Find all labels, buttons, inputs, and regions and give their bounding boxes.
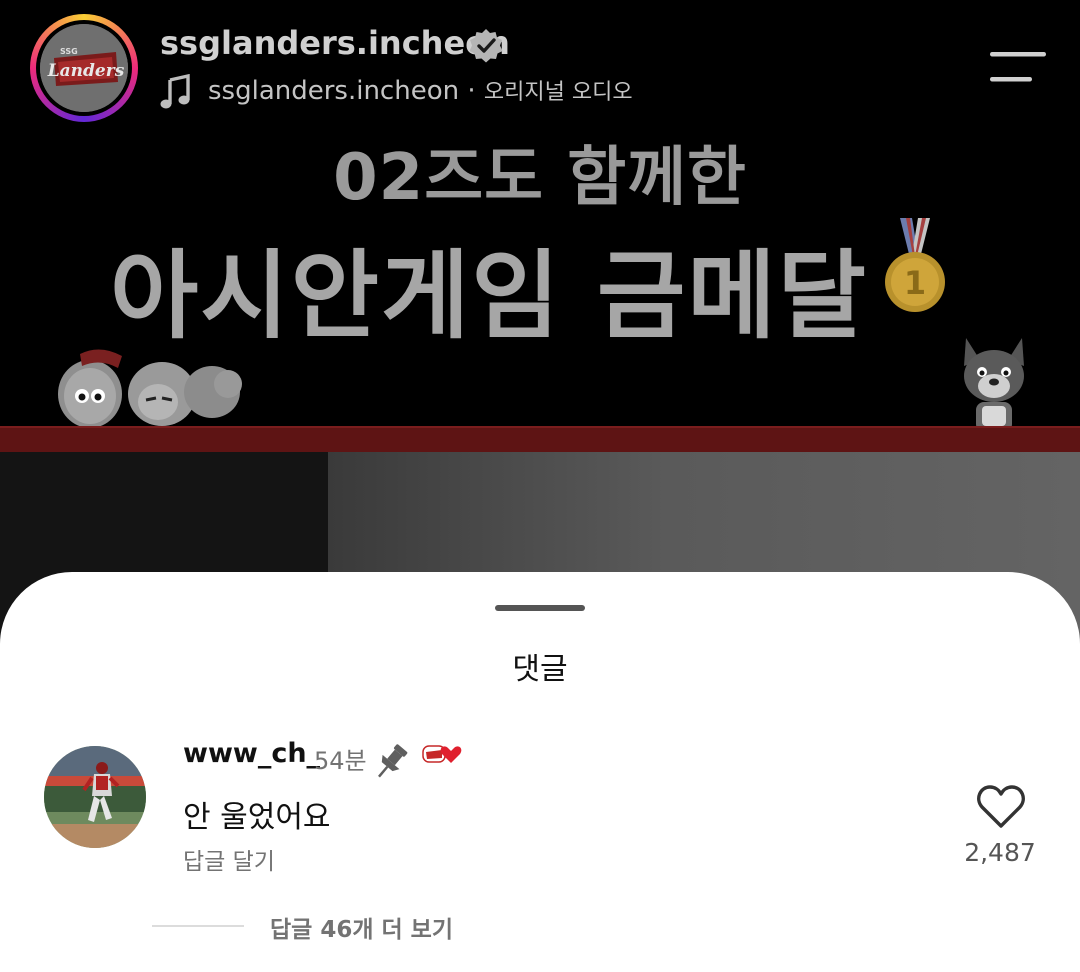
view-replies-button[interactable]: 답글 46개 더 보기 (270, 910, 453, 944)
baseball-player-photo (44, 746, 146, 848)
comments-title: 댓글 (512, 652, 568, 687)
pin-icon (378, 744, 408, 778)
comment-username[interactable]: www_ch_ (183, 738, 320, 769)
audio-separator: · (467, 76, 476, 106)
avatar-inner: SSG Landers (36, 20, 132, 116)
verified-icon (469, 29, 503, 63)
video-headline-line2: 아시안게임 금메달 (110, 240, 868, 352)
landers-logo-icon: SSG Landers (40, 24, 128, 112)
medal-number: 1 (904, 264, 926, 302)
gold-medal-icon: 1 (885, 218, 945, 312)
heart-icon[interactable] (976, 784, 1026, 830)
reels-comment-screen: 02즈도 함께한 아시안게임 금메달 1 SSG Landers ssgland… (0, 0, 1080, 972)
comments-sheet: 댓글 www_ch_ 54분 안 울었어요 답글 달기 답글 46개 더 보기 (0, 572, 1080, 972)
audio-info[interactable]: ssglanders.incheon · 오리지널 오디오 (208, 74, 633, 106)
reply-button[interactable]: 답글 달기 (183, 842, 275, 876)
audio-label: 오리지널 오디오 (483, 80, 633, 105)
comment-time: 54분 (314, 747, 367, 775)
menu-icon[interactable] (988, 50, 1048, 84)
replies-divider (152, 925, 244, 927)
mascot-dog-right (964, 338, 1024, 438)
svg-text:Landers: Landers (47, 61, 125, 81)
sheet-drag-handle[interactable] (495, 605, 585, 611)
mascot-characters-left (56, 349, 242, 432)
svg-text:SSG: SSG (60, 47, 78, 56)
video-headline-line1: 02즈도 함께한 (333, 141, 747, 215)
video-red-stripe (0, 426, 1080, 452)
account-avatar[interactable]: SSG Landers (30, 14, 138, 122)
landers-logo: SSG Landers (40, 24, 128, 112)
account-username[interactable]: ssglanders.incheon (160, 24, 510, 62)
commenter-avatar[interactable] (44, 746, 146, 848)
creator-heart-icon (422, 745, 462, 763)
audio-account: ssglanders.incheon (208, 76, 460, 106)
music-note-icon (160, 74, 190, 109)
comment-text: 안 울었어요 (183, 800, 331, 835)
comment-like-count: 2,487 (964, 838, 1036, 867)
